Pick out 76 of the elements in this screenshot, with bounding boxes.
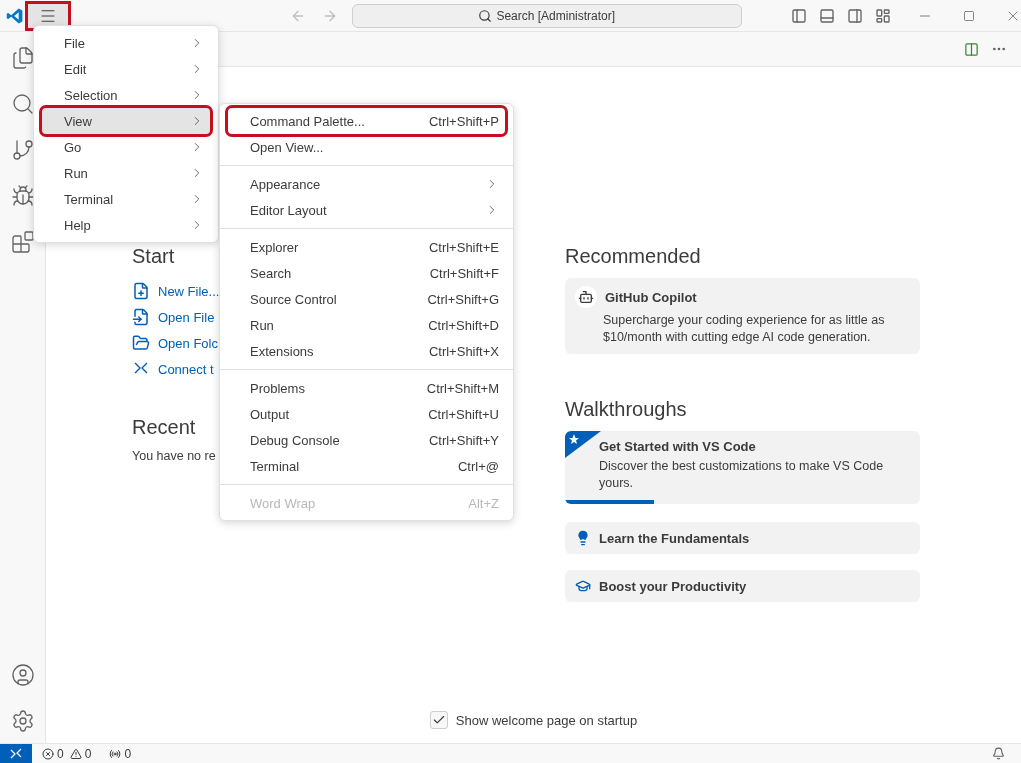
- recommended-heading: Recommended: [565, 245, 701, 268]
- menu-item[interactable]: Selection: [38, 82, 214, 108]
- graduation-cap-icon: [575, 578, 591, 594]
- menu-item[interactable]: Command Palette... Ctrl+Shift+P: [228, 108, 505, 134]
- card-title: Boost your Productivity: [599, 578, 747, 594]
- remote-icon: [9, 746, 23, 761]
- search-icon[interactable]: [10, 92, 35, 116]
- checkbox[interactable]: [429, 711, 448, 729]
- menu-item[interactable]: Extensions Ctrl+Shift+X: [224, 338, 509, 364]
- search-label: Search [Administrator]: [496, 8, 616, 23]
- secondary-sidebar-icon[interactable]: [847, 7, 864, 24]
- error-icon: [42, 747, 54, 760]
- antenna-icon: [109, 747, 122, 760]
- menu-item[interactable]: Explorer Ctrl+Shift+E: [224, 234, 509, 260]
- source-control-icon[interactable]: [10, 138, 35, 162]
- files-icon[interactable]: [10, 46, 35, 70]
- folder-icon: [132, 334, 150, 352]
- menu-item[interactable]: Editor Layout: [224, 197, 509, 223]
- card-title: GitHub Copilot: [605, 289, 697, 305]
- notifications-icon[interactable]: [992, 747, 1005, 760]
- checkbox-label: Show welcome page on startup: [455, 712, 638, 728]
- card-title: Get Started with VS Code: [599, 439, 756, 454]
- menu-item[interactable]: Output Ctrl+Shift+U: [224, 401, 509, 427]
- menu-item[interactable]: File: [38, 30, 214, 56]
- warnings-status[interactable]: 0: [69, 746, 92, 761]
- app-logo-icon: [6, 6, 24, 25]
- menu-item[interactable]: Edit: [38, 56, 214, 82]
- account-icon[interactable]: [10, 663, 35, 687]
- settings-icon[interactable]: [10, 709, 35, 733]
- new-file-icon: [132, 282, 150, 300]
- menu-item[interactable]: Appearance: [224, 171, 509, 197]
- menu-item[interactable]: Search Ctrl+Shift+F: [224, 260, 509, 286]
- menu-item[interactable]: Debug Console Ctrl+Shift+Y: [224, 427, 509, 453]
- lightbulb-icon: [575, 530, 591, 546]
- recent-text: You have no re: [132, 449, 217, 463]
- start-link[interactable]: Open File: [132, 304, 215, 330]
- menu-button[interactable]: [27, 3, 68, 28]
- menu-item[interactable]: Terminal: [38, 186, 214, 212]
- search-icon: [478, 8, 493, 23]
- start-heading: Start: [132, 245, 175, 268]
- start-link[interactable]: Open Folc: [132, 330, 218, 356]
- start-link[interactable]: Connect t: [132, 356, 214, 382]
- layout-icon[interactable]: [875, 7, 892, 24]
- start-link[interactable]: New File...: [132, 278, 220, 304]
- menu-item[interactable]: Source Control Ctrl+Shift+G: [224, 286, 509, 312]
- recommended-card[interactable]: GitHub Copilot Supercharge your coding experience for as little as $10/month with cutting edge AI code generation.: [565, 278, 920, 354]
- run-debug-icon[interactable]: [10, 184, 35, 208]
- check-icon: [431, 713, 446, 727]
- star-badge-icon: [565, 431, 601, 458]
- errors-status[interactable]: 0: [42, 746, 64, 761]
- ports-status[interactable]: 0: [109, 746, 132, 761]
- menu-item[interactable]: Go: [38, 134, 214, 160]
- menu-item[interactable]: Run: [38, 160, 214, 186]
- remote-button[interactable]: [0, 743, 32, 763]
- search-field[interactable]: Search [Administrator]: [352, 3, 742, 28]
- panel-toggle-icon[interactable]: [819, 7, 836, 24]
- split-editor-icon[interactable]: [964, 41, 979, 57]
- menu-item[interactable]: Problems Ctrl+Shift+M: [224, 375, 509, 401]
- menu-item[interactable]: Open View...: [224, 134, 509, 160]
- card-title: Learn the Fundamentals: [599, 530, 750, 546]
- walkthroughs-heading: Walkthroughs: [565, 398, 687, 421]
- sidebar-toggle-icon[interactable]: [791, 7, 808, 24]
- robot-icon: [575, 286, 597, 308]
- walkthrough-card[interactable]: Get Started with VS Code Discover the best customizations to make VS Code yours.: [565, 431, 920, 504]
- menu-item[interactable]: Help: [38, 212, 214, 238]
- card-description: Discover the best customizations to make VS Code yours.: [599, 458, 885, 492]
- walkthrough-card[interactable]: Boost your Productivity: [565, 570, 920, 602]
- walkthrough-card[interactable]: Learn the Fundamentals: [565, 522, 920, 554]
- extensions-icon[interactable]: [10, 230, 35, 254]
- menu-item[interactable]: Run Ctrl+Shift+D: [224, 312, 509, 338]
- menu-item[interactable]: Terminal Ctrl+@: [224, 453, 509, 479]
- recent-heading: Recent: [132, 416, 196, 439]
- card-description: Supercharge your coding experience for as little as $10/month with cutting edge AI code generation.: [602, 312, 886, 346]
- warning-icon: [69, 747, 82, 760]
- file-icon: [132, 308, 150, 326]
- menu-item[interactable]: View: [42, 108, 210, 134]
